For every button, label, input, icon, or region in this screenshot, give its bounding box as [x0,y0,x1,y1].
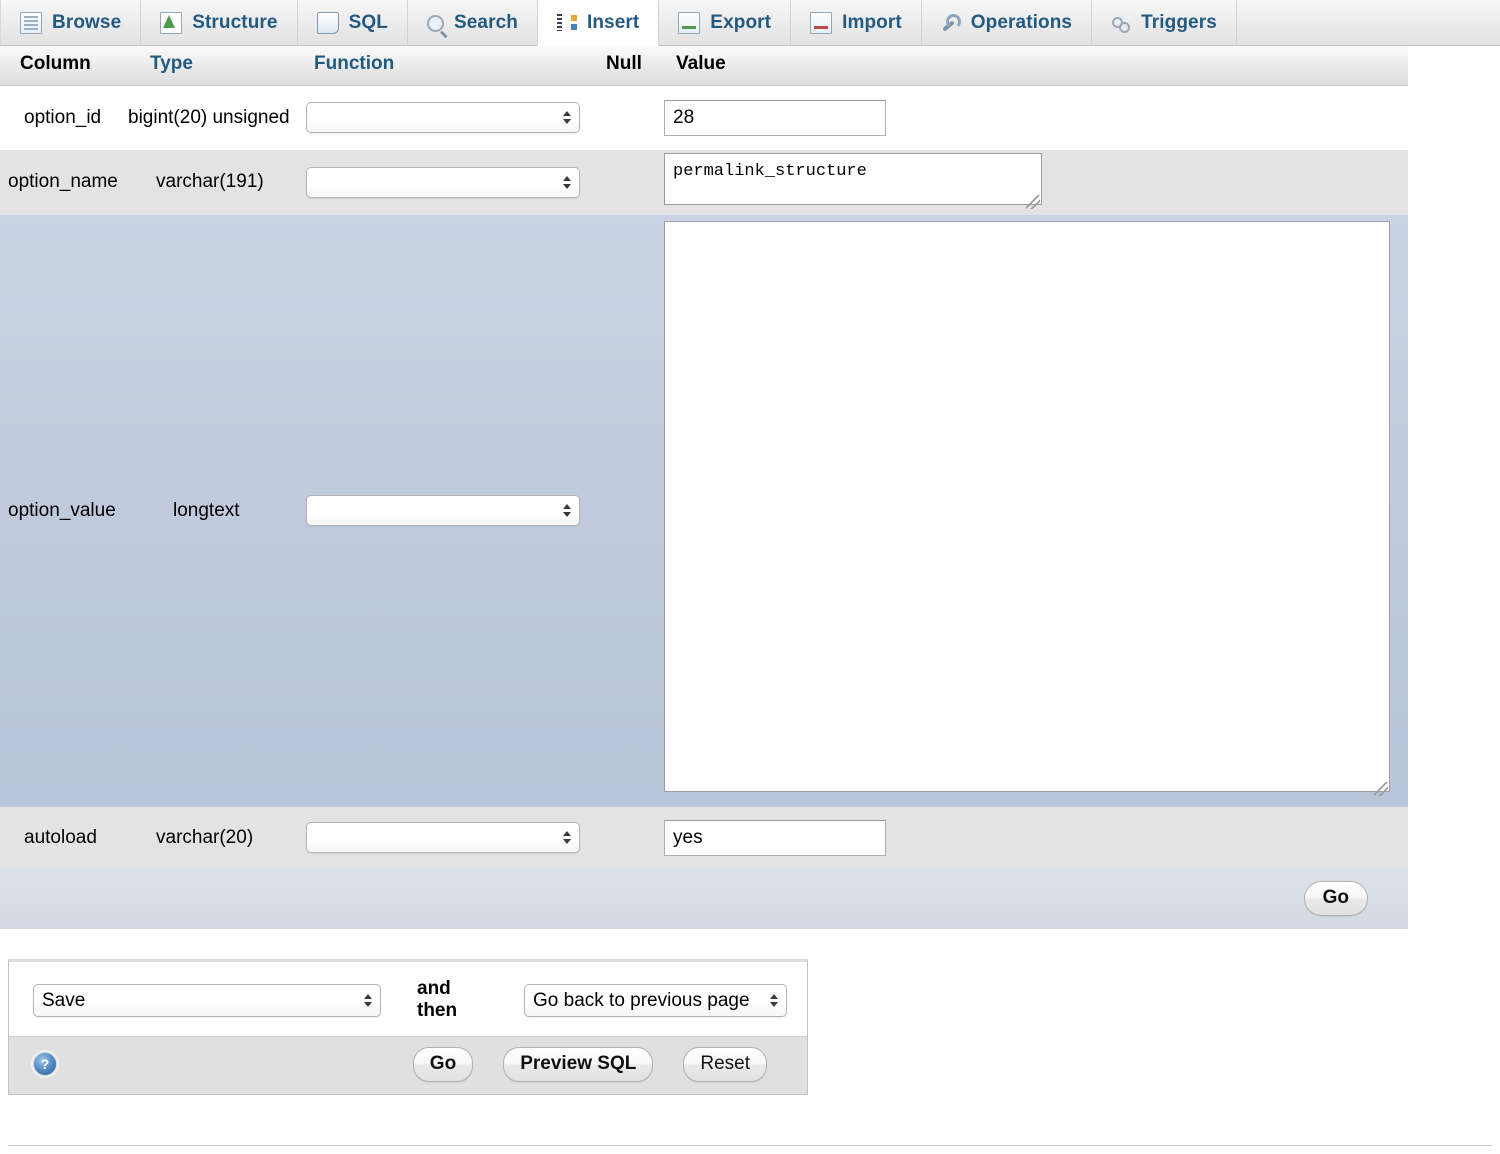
search-icon [427,15,444,32]
row-column-name: autoload [0,807,128,869]
function-select-option-value[interactable] [306,495,580,526]
insert-options-selectors: Save and then Go back to previous page [9,962,807,1036]
tab-sql[interactable]: SQL [298,0,408,45]
after-action-select-wrap: Go back to previous page [524,984,787,1017]
action-select[interactable]: Save [33,984,381,1017]
row-column-name: option_id [0,86,128,150]
header-type[interactable]: Type [128,46,306,86]
tab-operations[interactable]: Operations [922,0,1092,45]
reset-button[interactable]: Reset [683,1047,767,1082]
header-function[interactable]: Function [306,46,606,86]
footer-actions-cell: Go [0,869,1408,929]
value-input-option-id[interactable] [664,100,886,136]
table-footer-row: Go [0,869,1408,929]
function-select-wrap [306,102,580,133]
row-function-cell [306,215,606,807]
table-row: option_value longtext [0,215,1408,807]
table-header-row: Column Type Function Null Value [0,46,1408,86]
row-column-type: varchar(20) [128,807,306,869]
tab-label: Triggers [1141,12,1217,34]
tab-label: Import [842,12,902,34]
row-value-cell: permalink_structure [664,150,1408,215]
tab-label: Insert [587,12,639,34]
header-null: Null [606,46,664,86]
value-input-autoload[interactable] [664,820,886,856]
function-select-option-name[interactable] [306,167,580,198]
export-icon [678,12,700,34]
value-textarea-wrap: permalink_structure [664,153,1042,211]
main-tab-bar: Browse Structure SQL Search Insert Expor… [0,0,1500,46]
insert-form-table: Column Type Function Null Value option_i… [0,46,1408,929]
help-icon[interactable] [33,1052,57,1076]
table-row: option_name varchar(191) permalink_struc… [0,150,1408,215]
row-column-name: option_value [0,215,128,807]
function-select-wrap [306,167,580,198]
table-row: option_id bigint(20) unsigned [0,86,1408,150]
insert-options-panel: Save and then Go back to previous page G… [8,959,808,1095]
function-select-wrap [306,495,580,526]
tab-import[interactable]: Import [791,0,922,45]
row-null-cell [606,86,664,150]
row-function-cell [306,807,606,869]
after-action-select[interactable]: Go back to previous page [524,984,787,1017]
row-value-cell [664,807,1408,869]
operations-icon [941,13,961,33]
function-select-wrap [306,822,580,853]
row-null-cell [606,807,664,869]
tab-label: Export [710,12,771,34]
row-value-cell [664,215,1408,807]
triggers-icon [1111,13,1131,33]
tab-label: Browse [52,12,121,34]
import-icon [810,12,832,34]
header-column: Column [0,46,128,86]
tab-browse[interactable]: Browse [0,0,141,45]
tab-search[interactable]: Search [408,0,538,45]
row-null-cell [606,150,664,215]
structure-icon [160,12,182,34]
tab-export[interactable]: Export [659,0,791,45]
row-column-type: longtext [128,215,306,807]
insert-options-buttons: Go Preview SQL Reset [9,1036,807,1094]
function-select-autoload[interactable] [306,822,580,853]
go-button-table[interactable]: Go [1304,881,1368,916]
row-function-cell [306,150,606,215]
tab-label: SQL [349,12,388,34]
insert-icon [557,13,577,33]
row-null-cell [606,215,664,807]
and-then-label: and then [417,978,496,1022]
footer-divider [8,1145,1492,1146]
header-value: Value [664,46,1408,86]
value-textarea-option-value[interactable] [664,221,1390,792]
action-select-wrap: Save [33,984,381,1017]
table-row: autoload varchar(20) [0,807,1408,869]
tab-insert[interactable]: Insert [537,0,659,45]
row-column-type: bigint(20) unsigned [128,86,306,150]
sql-icon [317,12,339,34]
value-textarea-wrap [664,221,1390,798]
row-value-cell [664,86,1408,150]
go-button[interactable]: Go [413,1047,473,1082]
row-function-cell [306,86,606,150]
preview-sql-button[interactable]: Preview SQL [503,1047,653,1082]
value-textarea-option-name[interactable]: permalink_structure [664,153,1042,205]
button-group: Go Preview SQL Reset [413,1047,787,1082]
row-column-name: option_name [0,150,128,215]
function-select-option-id[interactable] [306,102,580,133]
tab-label: Structure [192,12,277,34]
row-column-type: varchar(191) [128,150,306,215]
tab-label: Search [454,12,518,34]
browse-icon [20,12,42,34]
tab-triggers[interactable]: Triggers [1092,0,1237,45]
tab-structure[interactable]: Structure [141,0,297,45]
tab-label: Operations [971,12,1072,34]
